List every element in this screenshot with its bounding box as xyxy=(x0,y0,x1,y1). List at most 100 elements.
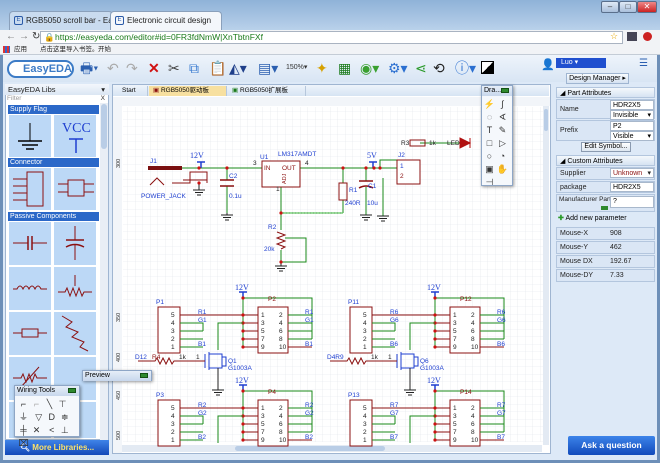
wire-icon[interactable]: ⌐ xyxy=(17,398,30,410)
minimize-button[interactable]: – xyxy=(601,1,619,13)
vertical-scroll-thumb[interactable] xyxy=(544,109,548,131)
image-icon[interactable]: ▣ xyxy=(483,163,496,175)
library-filter-input[interactable]: Filter X xyxy=(5,95,109,103)
share-icon[interactable]: ⋖ xyxy=(415,59,427,77)
history-icon[interactable]: ⟲ xyxy=(433,59,445,77)
paste-icon[interactable]: 📋 xyxy=(209,59,226,77)
clear-filter-button[interactable]: X xyxy=(101,95,105,103)
hand-icon[interactable]: ✋ xyxy=(496,163,509,175)
label-c2[interactable]: C2 xyxy=(229,173,238,180)
drawing-tools-header[interactable]: Dra... xyxy=(482,86,512,96)
label-r3[interactable]: R3 xyxy=(401,140,410,147)
star-icon[interactable]: ☆ xyxy=(610,31,618,42)
package-input[interactable]: HDR2X5 xyxy=(610,182,654,192)
bus-entry-icon[interactable]: ╲ xyxy=(43,398,56,410)
lib-item-resistor-zigzag[interactable] xyxy=(53,311,97,356)
category-passive[interactable]: Passive Components xyxy=(8,212,99,221)
back-icon[interactable]: ← xyxy=(6,31,16,42)
label-5v[interactable]: 5V xyxy=(367,151,377,160)
lib-item-ground[interactable] xyxy=(8,114,52,158)
user-menu[interactable]: Luo ▾ xyxy=(556,58,606,68)
prefix-visibility-select[interactable]: Visible ▾ xyxy=(610,131,654,141)
zoom-select[interactable]: 150%▾ xyxy=(286,59,307,77)
wiring-tools-header[interactable]: Wiring Tools xyxy=(15,386,79,396)
rectangle-icon[interactable]: □ xyxy=(483,137,496,149)
design-manager-button[interactable]: Design Manager ▸ xyxy=(566,73,629,84)
bezier-icon[interactable]: ∫ xyxy=(496,98,509,110)
print-icon[interactable]: 🖶▾ xyxy=(80,59,98,77)
align-icon[interactable]: ▤▾ xyxy=(258,59,278,77)
ask-question-button[interactable]: Ask a question xyxy=(568,436,655,455)
group-icon[interactable]: ⌧ xyxy=(17,437,30,449)
pin-icon[interactable]: ⊥ xyxy=(58,424,71,436)
lib-item-resistor[interactable] xyxy=(8,311,52,356)
horizontal-scroll-thumb[interactable] xyxy=(235,446,385,451)
label-led[interactable]: LED xyxy=(447,140,460,147)
custom-attributes-header[interactable]: ◢ Custom Attributes xyxy=(556,155,655,166)
theme-toggle-icon[interactable] xyxy=(481,61,494,74)
bookmark-start[interactable]: 开始 xyxy=(98,44,111,55)
voltage-probe-icon[interactable]: < xyxy=(45,424,58,436)
ground-icon[interactable]: ⏚ xyxy=(17,411,30,423)
abp-icon[interactable] xyxy=(643,32,652,41)
add-parameter-button[interactable]: ✚ Add new parameter xyxy=(558,214,627,222)
minimize-icon[interactable] xyxy=(68,388,76,393)
minimize-icon[interactable] xyxy=(140,373,148,378)
supplier-select[interactable]: Unknown ▾ xyxy=(610,168,654,178)
menu-icon[interactable]: ☰ xyxy=(639,58,648,69)
copy-icon[interactable]: ⧉ xyxy=(189,59,199,77)
link-icon[interactable] xyxy=(601,206,608,210)
netlabel-icon[interactable]: ⊤ xyxy=(56,398,69,410)
minimize-icon[interactable] xyxy=(501,88,509,93)
tab-rgb5050-ext[interactable]: ▣ RGB5050扩展板 xyxy=(228,86,306,96)
label-c1[interactable]: C1 xyxy=(368,183,377,190)
junction-icon[interactable]: ╪ xyxy=(17,424,30,436)
pencil-icon[interactable]: ✎ xyxy=(496,124,509,136)
pin-icon[interactable]: ⊣ xyxy=(483,176,496,188)
arc-icon[interactable]: ◌ xyxy=(483,111,496,123)
netflag-icon[interactable]: ▽ xyxy=(32,411,45,423)
category-connector[interactable]: Connector xyxy=(8,158,99,167)
lib-item-polarized-cap[interactable] xyxy=(53,221,97,266)
bookmark-import[interactable]: 点击这里导入书签。 xyxy=(40,44,99,55)
left-connector-body[interactable] xyxy=(349,306,373,354)
bookmark-apps[interactable]: 应用 xyxy=(14,44,27,55)
lib-item-header-2x3[interactable] xyxy=(53,167,97,211)
text-icon[interactable]: T xyxy=(483,124,496,136)
name-input[interactable]: HDR2X5 xyxy=(610,100,654,110)
prefix-input[interactable]: P2 xyxy=(610,121,654,131)
no-connect-icon[interactable]: ✕ xyxy=(30,424,43,436)
label-j2[interactable]: J2 xyxy=(398,152,405,159)
tab-rgb5050-driver[interactable]: ▣ RGB5050驱动板 xyxy=(149,86,227,96)
redo-icon[interactable]: ↷ xyxy=(126,59,138,77)
magic-wand-icon[interactable]: ✦ xyxy=(316,59,328,77)
port-icon[interactable]: D xyxy=(45,411,58,423)
easyeda-logo[interactable]: EasyEDA xyxy=(7,60,74,78)
library-scrollbar[interactable] xyxy=(100,103,108,440)
rotate-icon[interactable]: ◭▾ xyxy=(229,59,247,77)
lib-item-potentiometer[interactable] xyxy=(53,266,97,311)
polygon-icon[interactable]: ▷ xyxy=(496,137,509,149)
close-window-button[interactable]: ✕ xyxy=(637,1,657,13)
label-j1[interactable]: J1 xyxy=(150,158,157,165)
pie-icon[interactable]: ◔ xyxy=(496,150,509,162)
info-icon[interactable]: ⓘ▾ xyxy=(455,59,476,77)
edit-symbol-button[interactable]: Edit Symbol... xyxy=(581,142,631,152)
manufacturer-input[interactable]: ? xyxy=(610,196,654,208)
forward-icon[interactable]: → xyxy=(19,31,29,42)
vertical-scrollbar[interactable] xyxy=(543,106,549,445)
preview-header[interactable]: Preview xyxy=(83,371,151,381)
label-r1[interactable]: R1 xyxy=(349,187,358,194)
bus-icon[interactable]: ⌐ xyxy=(30,398,43,410)
label-12v[interactable]: 12V xyxy=(190,151,204,160)
angle-icon[interactable]: ∢ xyxy=(496,111,509,123)
extension-icon[interactable] xyxy=(627,32,637,41)
ellipse-icon[interactable]: ○ xyxy=(483,150,496,162)
lib-item-capacitor[interactable] xyxy=(8,221,52,266)
settings-gear-icon[interactable]: ⚙▾ xyxy=(388,59,408,77)
dropdown-icon[interactable]: ▾ xyxy=(101,84,105,95)
url-input[interactable]: 🔒 https://easyeda.com/editor#id=0FR3fdNmW… xyxy=(40,31,623,44)
browser-tab-1[interactable]: E RGB5050 scroll bar - Ea xyxy=(9,11,113,30)
maximize-button[interactable]: □ xyxy=(619,1,637,13)
left-connector-body[interactable] xyxy=(349,399,373,447)
